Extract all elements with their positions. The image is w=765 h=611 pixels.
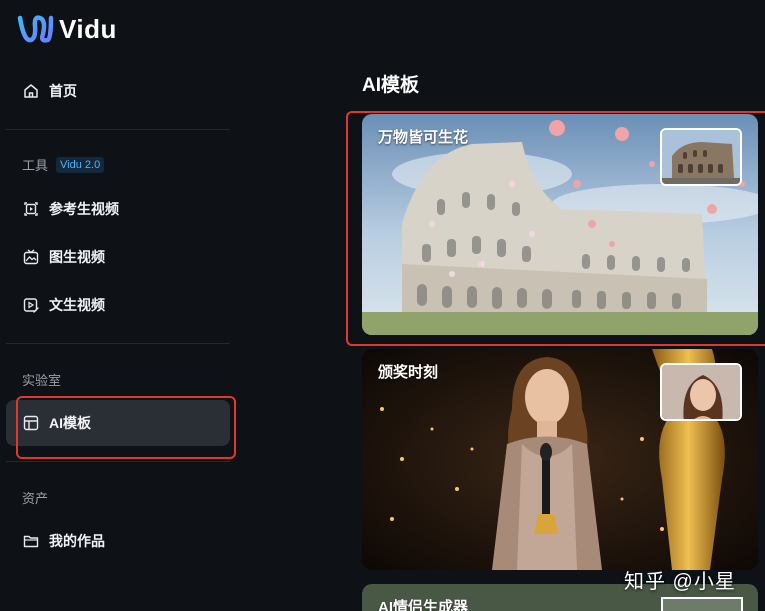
nav-image-to-video-label: 图生视频 xyxy=(49,249,105,265)
reference-thumbnail xyxy=(660,363,742,421)
sidebar: Vidu 首页 工具 Vidu 2.0 参考生视频 图生视频 文生视频 实验室 xyxy=(0,0,240,611)
nav-my-works-label: 我的作品 xyxy=(49,533,105,549)
app-logo[interactable]: Vidu xyxy=(16,12,117,46)
folder-icon xyxy=(22,532,40,550)
nav-text-to-video[interactable]: 文生视频 xyxy=(6,282,230,328)
divider xyxy=(6,461,230,462)
nav-image-to-video[interactable]: 图生视频 xyxy=(6,234,230,280)
nav-my-works[interactable]: 我的作品 xyxy=(6,518,230,564)
template-card[interactable]: 颁奖时刻 xyxy=(362,349,758,570)
text-video-icon xyxy=(22,296,40,314)
card-title: 颁奖时刻 xyxy=(378,364,439,381)
section-assets-label: 资产 xyxy=(22,491,49,506)
divider xyxy=(6,129,230,130)
watermark: 知乎 @小星 xyxy=(624,571,736,593)
home-icon xyxy=(22,82,40,100)
nav-home[interactable]: 首页 xyxy=(6,68,230,114)
version-badge: Vidu 2.0 xyxy=(56,156,105,173)
vidu-logo-icon xyxy=(17,15,54,43)
nav-home-label: 首页 xyxy=(49,83,77,99)
image-video-icon xyxy=(22,248,40,266)
section-tools-label: 工具 xyxy=(22,158,49,173)
highlight-box xyxy=(16,396,236,459)
highlight-box xyxy=(346,111,765,346)
section-lab-label: 实验室 xyxy=(22,373,62,388)
page-title: AI模板 xyxy=(362,75,420,96)
card-title: AI情侣生成器 xyxy=(378,599,469,611)
nav-reference-video[interactable]: 参考生视频 xyxy=(6,186,230,232)
app-name: Vidu xyxy=(59,13,117,44)
nav-reference-video-label: 参考生视频 xyxy=(49,201,119,217)
reference-video-icon xyxy=(22,200,40,218)
section-lab: 实验室 xyxy=(22,370,61,389)
section-assets: 资产 xyxy=(22,488,48,507)
section-tools: 工具 Vidu 2.0 xyxy=(22,155,105,174)
nav-text-to-video-label: 文生视频 xyxy=(49,297,105,313)
divider xyxy=(6,343,230,344)
